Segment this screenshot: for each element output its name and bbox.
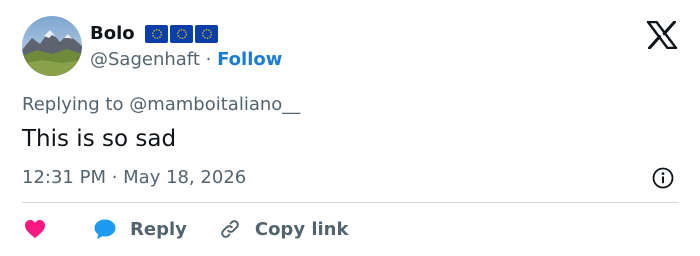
reply-button[interactable]: Reply: [92, 216, 187, 242]
tweet-timestamp[interactable]: 12:31 PM · May 18, 2026: [22, 166, 246, 190]
eu-flag-icon: [170, 25, 193, 43]
info-icon[interactable]: [651, 166, 675, 190]
link-icon: [217, 216, 243, 242]
divider: [22, 202, 679, 203]
copy-link-label: Copy link: [254, 218, 349, 240]
x-logo-icon[interactable]: [646, 20, 678, 50]
avatar[interactable]: [22, 16, 82, 76]
action-bar: Reply Copy link: [22, 214, 348, 244]
separator-dot: ·: [205, 49, 212, 70]
speech-bubble-icon: [92, 216, 118, 242]
like-button[interactable]: [22, 216, 48, 242]
author-name[interactable]: Bolo: [90, 22, 135, 46]
tweet-text: This is so sad: [22, 126, 177, 152]
reply-label: Reply: [130, 218, 187, 240]
flag-emojis: [145, 25, 218, 43]
eu-flag-icon: [145, 25, 168, 43]
eu-flag-icon: [195, 25, 218, 43]
copy-link-button[interactable]: Copy link: [217, 216, 349, 242]
handle-row: @Sagenhaft · Follow: [90, 48, 282, 72]
author-handle[interactable]: @Sagenhaft: [90, 49, 200, 70]
replying-to[interactable]: Replying to @mamboitaliano__: [22, 93, 300, 117]
heart-icon: [22, 216, 48, 242]
follow-button[interactable]: Follow: [217, 49, 282, 70]
